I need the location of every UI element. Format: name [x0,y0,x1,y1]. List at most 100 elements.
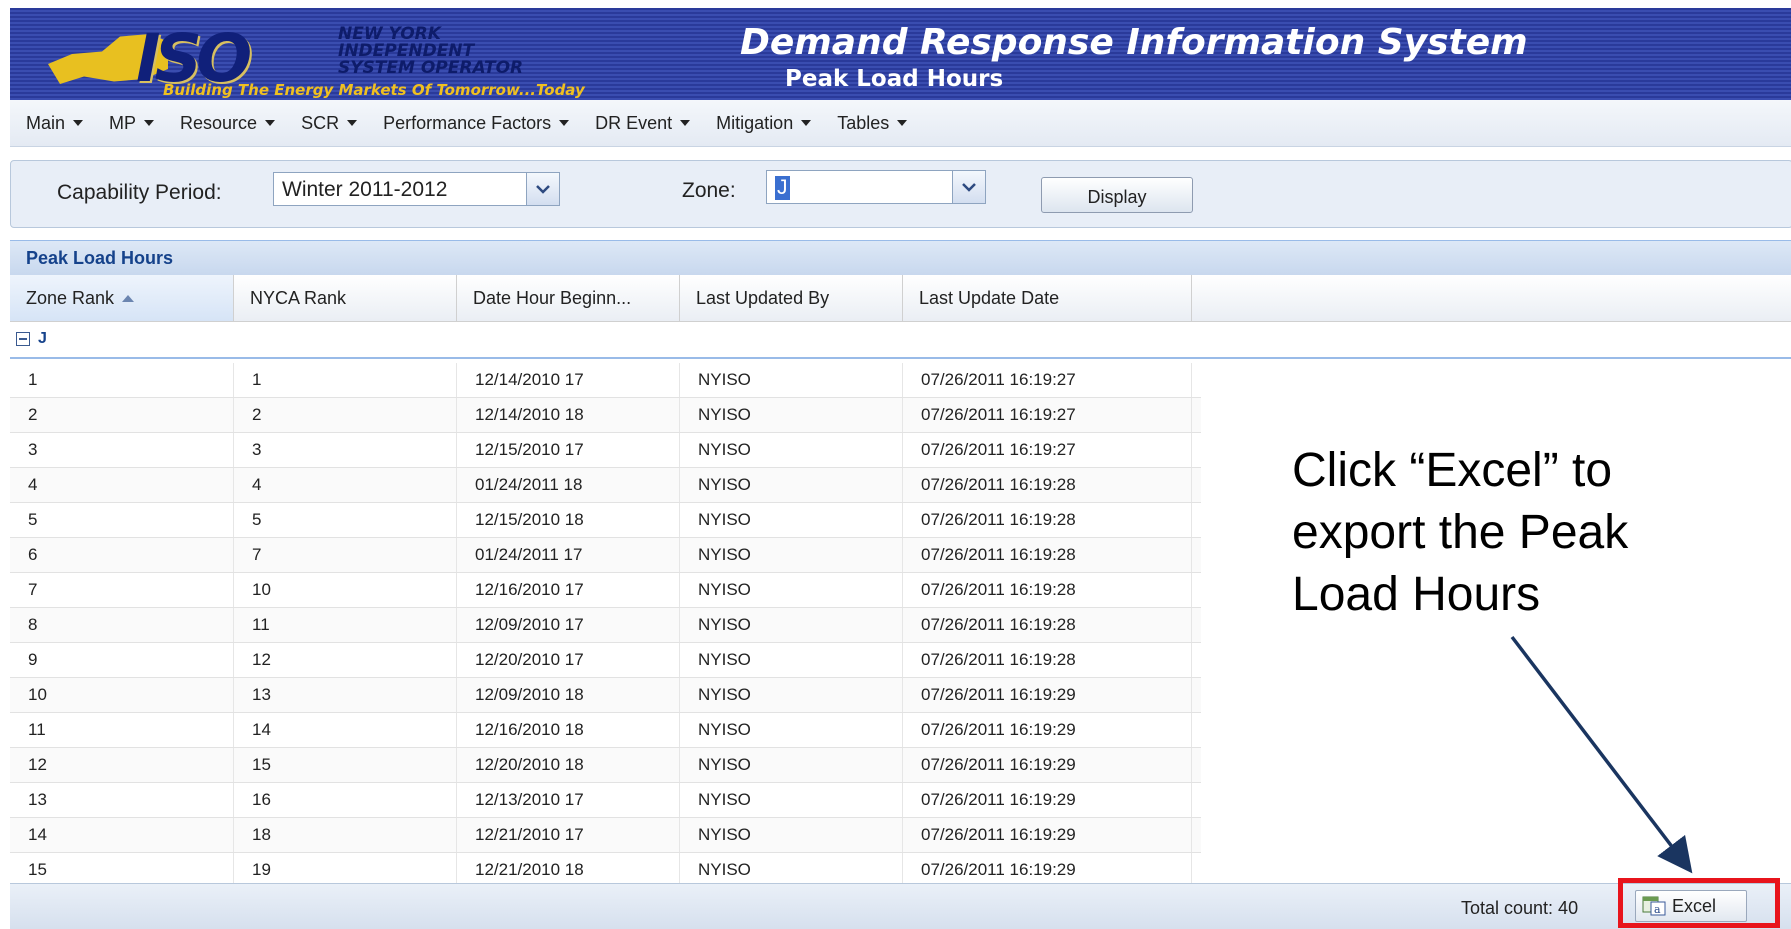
table-row[interactable]: 14 18 12/21/2010 17 NYISO 07/26/2011 16:19:2… [10,818,1201,853]
logo-tagline: Building The Energy Markets Of Tomorrow.… [163,81,585,99]
table-row[interactable]: 5 5 12/15/2010 18 NYISO 07/26/2011 16:19:28 [10,503,1201,538]
table-row[interactable]: 9 12 12/20/2010 17 NYISO 07/26/2011 16:19:28 [10,643,1201,678]
column-divider [902,748,903,782]
cell-date-hour: 12/21/2010 18 [475,860,584,879]
menu-dr-event[interactable]: DR Event [595,112,691,134]
table-row[interactable]: 4 4 01/24/2011 18 NYISO 07/26/2011 16:19:28 [10,468,1201,503]
column-divider [679,608,680,642]
table-row[interactable]: 11 14 12/16/2010 18 NYISO 07/26/2011 16:19:2… [10,713,1201,748]
cell-zone-rank: 6 [28,545,38,564]
collapse-icon[interactable] [16,332,30,346]
display-button[interactable]: Display [1041,177,1193,213]
cell-zone-rank: 11 [28,720,46,739]
zone-value: J [775,176,790,200]
cell-zone-rank: 1 [28,370,38,389]
cell-zone-rank: 7 [28,580,38,599]
table-row[interactable]: 1 1 12/14/2010 17 NYISO 07/26/2011 16:19:27 [10,363,1201,398]
column-divider [233,748,234,782]
menu-performance-factors[interactable]: Performance Factors [383,113,570,134]
cell-zone-rank: 5 [28,510,38,529]
chevron-down-icon[interactable] [526,173,559,205]
cell-nyca-rank: 1 [252,370,262,389]
cell-updated-by: NYISO [698,440,751,459]
cell-updated-by: NYISO [698,370,751,389]
total-count: Total count: 40 [1461,898,1579,918]
cell-update-date: 07/26/2011 16:19:29 [921,825,1076,844]
cell-date-hour: 12/09/2010 17 [475,615,584,634]
cell-date-hour: 01/24/2011 17 [475,545,583,564]
column-divider [233,818,234,852]
column-header-last-updated-by[interactable]: Last Updated By [680,275,903,321]
menu-mp[interactable]: MP [109,113,155,134]
main-menu-bar: Main MP Resource SCR Performance Factors… [10,100,1791,147]
column-divider [456,398,457,432]
column-divider [679,713,680,747]
column-divider [679,503,680,537]
table-row[interactable]: 6 7 01/24/2011 17 NYISO 07/26/2011 16:19:28 [10,538,1201,573]
column-header-date-hour-beginning[interactable]: Date Hour Beginn... [457,275,680,321]
grid-title: Peak Load Hours [10,241,1791,275]
cell-zone-rank: 10 [28,685,47,704]
table-row[interactable]: 2 2 12/14/2010 18 NYISO 07/26/2011 16:19:27 [10,398,1201,433]
menu-main[interactable]: Main [26,113,84,134]
cell-update-date: 07/26/2011 16:19:27 [921,370,1076,389]
menu-scr[interactable]: SCR [301,113,358,134]
column-divider [679,468,680,502]
nyiso-logo: ISO NEW YORK INDEPENDENT SYSTEM OPERATOR… [38,16,718,102]
column-divider [679,643,680,677]
table-row[interactable]: 13 16 12/13/2010 17 NYISO 07/26/2011 16:19:2… [10,783,1201,818]
column-divider [902,783,903,817]
cell-nyca-rank: 7 [252,545,262,564]
cell-updated-by: NYISO [698,650,751,669]
cell-date-hour: 12/13/2010 17 [475,790,584,809]
capability-period-select[interactable]: Winter 2011-2012 [273,172,560,206]
cell-date-hour: 12/20/2010 17 [475,650,584,669]
table-row[interactable]: 8 11 12/09/2010 17 NYISO 07/26/2011 16:19:28 [10,608,1201,643]
column-header-nyca-rank[interactable]: NYCA Rank [234,275,457,321]
cell-updated-by: NYISO [698,510,751,529]
cell-update-date: 07/26/2011 16:19:28 [921,510,1076,529]
header-banner: ISO NEW YORK INDEPENDENT SYSTEM OPERATOR… [10,8,1791,100]
chevron-down-icon[interactable] [952,171,985,203]
zone-select[interactable]: J [766,170,986,204]
column-divider [456,468,457,502]
group-row-zone[interactable]: J [10,321,1791,359]
table-row[interactable]: 7 10 12/16/2010 17 NYISO 07/26/2011 16:19:28 [10,573,1201,608]
table-row[interactable]: 10 13 12/09/2010 18 NYISO 07/26/2011 16:19:2… [10,678,1201,713]
cell-date-hour: 12/20/2010 18 [475,755,584,774]
column-divider [902,398,903,432]
cell-zone-rank: 15 [28,860,47,879]
cell-zone-rank: 4 [28,475,38,494]
menu-mitigation[interactable]: Mitigation [716,113,812,134]
column-divider [902,643,903,677]
column-divider [1191,503,1192,537]
column-header-zone-rank[interactable]: Zone Rank [10,275,234,321]
cell-date-hour: 12/16/2010 17 [475,580,584,599]
cell-zone-rank: 13 [28,790,47,809]
menu-resource[interactable]: Resource [180,113,276,134]
column-divider [233,398,234,432]
column-divider [456,643,457,677]
column-divider [233,713,234,747]
table-row[interactable]: 12 15 12/20/2010 18 NYISO 07/26/2011 16:19:2… [10,748,1201,783]
column-divider [233,608,234,642]
column-divider [1191,818,1192,852]
column-header-label: Zone Rank [26,287,115,308]
cell-zone-rank: 8 [28,615,38,634]
column-divider [902,503,903,537]
menu-tables[interactable]: Tables [837,113,908,134]
cell-nyca-rank: 10 [252,580,271,599]
column-header-label: NYCA Rank [250,287,347,308]
column-divider [679,783,680,817]
caret-down-icon [897,120,908,126]
cell-updated-by: NYISO [698,545,751,564]
cell-nyca-rank: 12 [252,650,271,669]
column-divider [233,433,234,467]
column-divider [1191,678,1192,712]
cell-update-date: 07/26/2011 16:19:29 [921,790,1076,809]
column-divider [1191,643,1192,677]
menu-dr-event-label: DR Event [595,112,673,133]
table-row[interactable]: 3 3 12/15/2010 17 NYISO 07/26/2011 16:19:27 [10,433,1201,468]
column-header-last-update-date[interactable]: Last Update Date [903,275,1192,321]
zone-label: Zone: [682,179,736,202]
